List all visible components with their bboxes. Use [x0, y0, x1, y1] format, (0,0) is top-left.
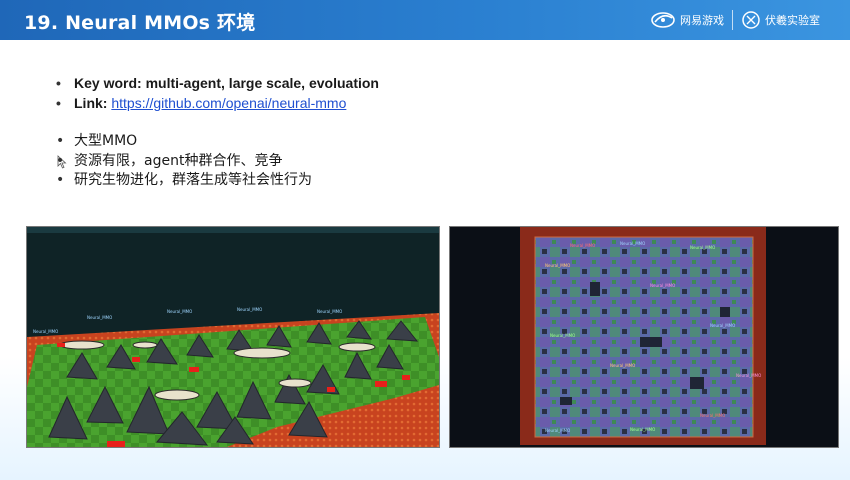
svg-text:Neural_MMO: Neural_MMO [87, 315, 112, 320]
svg-text:Neural_MMO: Neural_MMO [545, 263, 570, 268]
svg-text:Neural_MMO: Neural_MMO [710, 323, 735, 328]
svg-text:Neural_MMO: Neural_MMO [237, 307, 262, 312]
slide-header: 19. Neural MMOs 环境 网易游戏 伏羲实验室 [0, 0, 850, 40]
description-list: 大型MMO 资源有限，agent种群合作、竞争 研究生物进化，群落生成等社会性行… [56, 132, 312, 191]
svg-text:Neural_MMO: Neural_MMO [700, 413, 725, 418]
fuxi-logo: 伏羲实验室 [741, 10, 820, 30]
header-logos: 网易游戏 伏羲实验室 [650, 9, 820, 31]
fuxi-emblem-icon [742, 11, 760, 29]
svg-text:Neural_MMO: Neural_MMO [610, 363, 635, 368]
keyword-item: Key word: multi-agent, large scale, evol… [56, 74, 379, 94]
slide-title: 19. Neural MMOs 环境 [24, 12, 256, 34]
description-item: 大型MMO [56, 132, 312, 152]
keyword-text: multi-agent, large scale, evoluation [145, 75, 379, 91]
keyword-list: Key word: multi-agent, large scale, evol… [56, 74, 379, 113]
svg-text:Neural_MMO: Neural_MMO [690, 245, 715, 250]
svg-text:Neural_MMO: Neural_MMO [650, 283, 675, 288]
svg-text:Neural_MMO: Neural_MMO [620, 241, 645, 246]
svg-text:Neural_MMO: Neural_MMO [317, 309, 342, 314]
top-down-map-screenshot: Neural_MMO Neural_MMO Neural_MMO Neural_… [449, 226, 839, 448]
svg-text:Neural_MMO: Neural_MMO [545, 428, 570, 433]
netease-emblem-icon [651, 12, 675, 28]
netease-logo-text: 网易游戏 [680, 13, 724, 27]
logo-divider [732, 10, 733, 30]
3d-world-screenshot: Neural_MMO Neural_MMO Neural_MMO Neural_… [26, 226, 440, 448]
link-item: Link: https://github.com/openai/neural-m… [56, 94, 379, 114]
github-link[interactable]: https://github.com/openai/neural-mmo [111, 95, 346, 111]
fuxi-logo-text: 伏羲实验室 [765, 13, 820, 27]
svg-text:Neural_MMO: Neural_MMO [570, 243, 595, 248]
svg-text:Neural_MMO: Neural_MMO [167, 309, 192, 314]
svg-text:Neural_MMO: Neural_MMO [736, 373, 761, 378]
netease-logo: 网易游戏 [650, 10, 724, 30]
description-item: 研究生物进化，群落生成等社会性行为 [56, 171, 312, 191]
top-down-map-image: Neural_MMO Neural_MMO Neural_MMO Neural_… [450, 227, 838, 447]
svg-text:Neural_MMO: Neural_MMO [33, 329, 58, 334]
svg-text:Neural_MMO: Neural_MMO [630, 427, 655, 432]
svg-text:Neural_MMO: Neural_MMO [550, 333, 575, 338]
3d-world-image: Neural_MMO Neural_MMO Neural_MMO Neural_… [27, 227, 439, 447]
description-item: 资源有限，agent种群合作、竞争 [56, 152, 312, 172]
